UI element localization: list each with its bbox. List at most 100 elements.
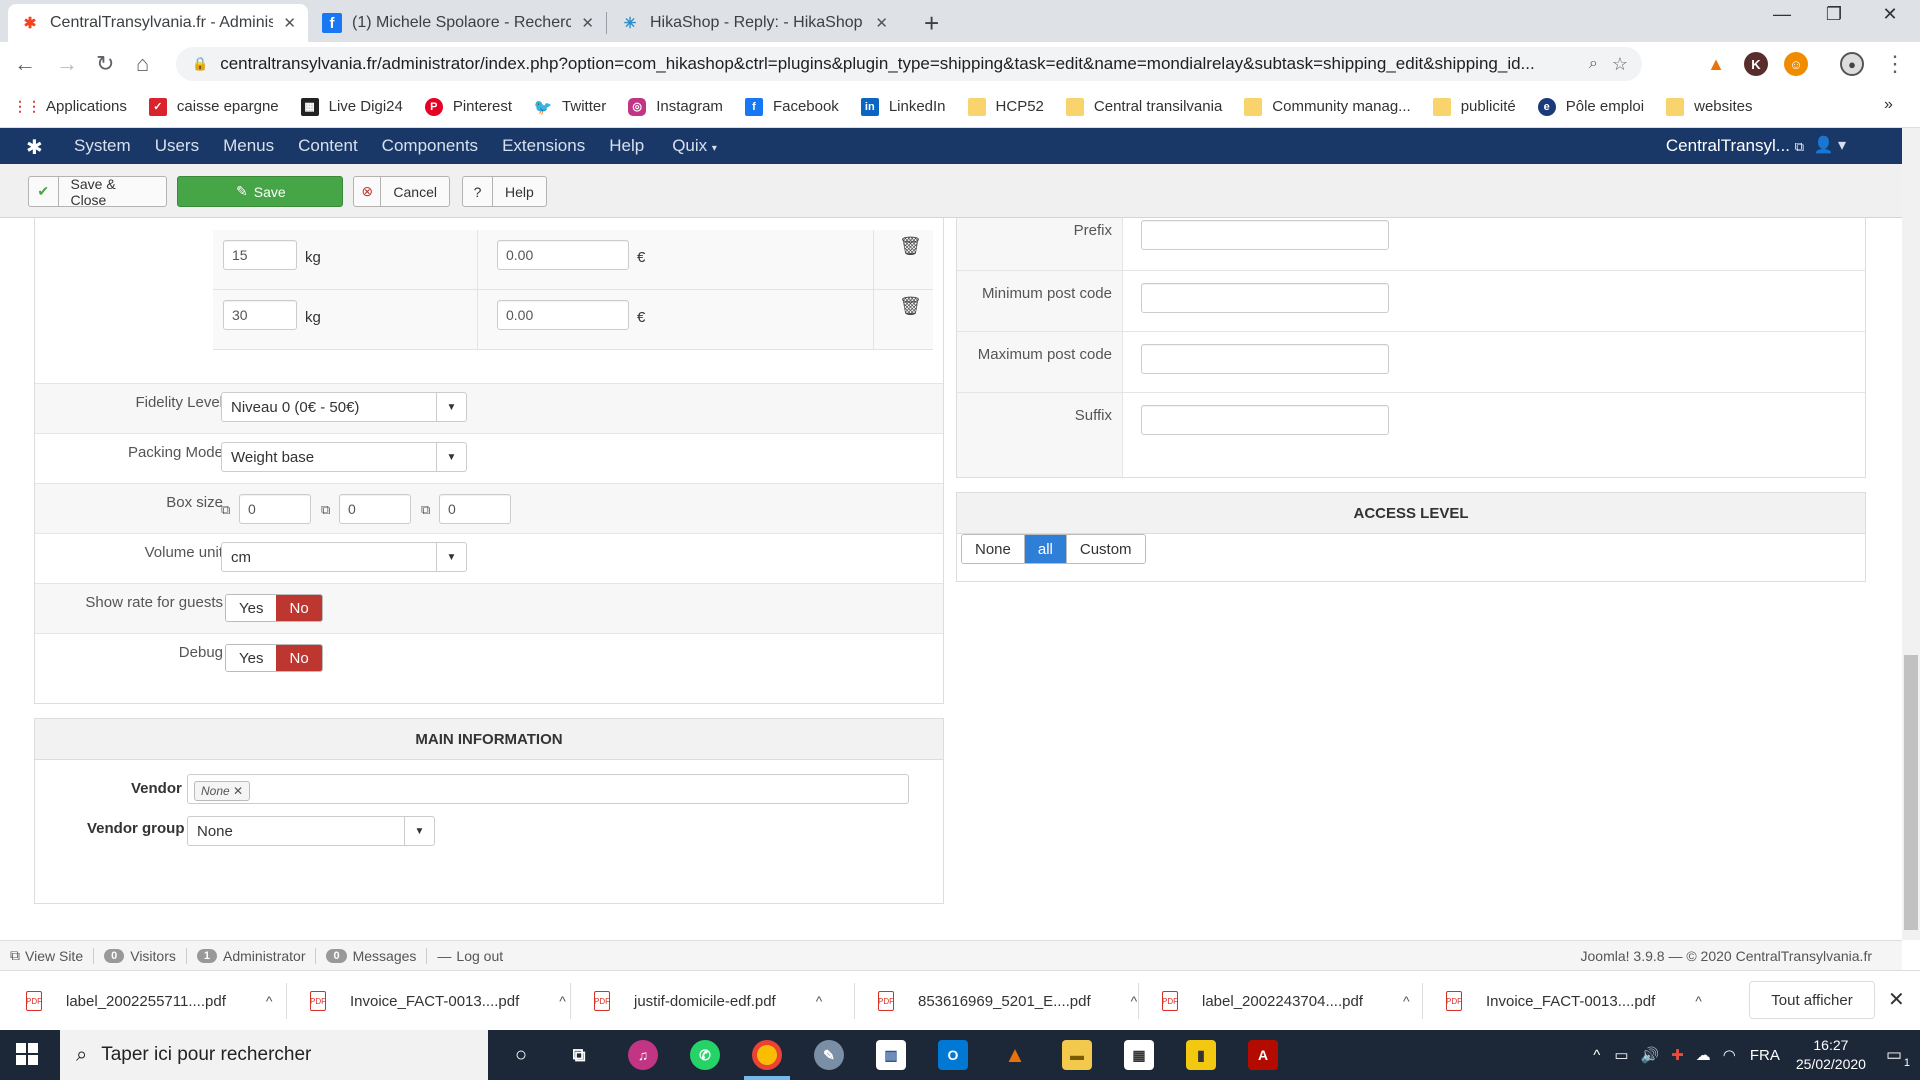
taskbar-search[interactable]: ⌕ Taper ici pour rechercher xyxy=(60,1030,488,1080)
bookmark-hcp52[interactable]: HCP52 xyxy=(967,97,1044,116)
vendor-group-select[interactable]: None ▼ xyxy=(187,816,435,846)
scrollbar-thumb[interactable] xyxy=(1904,655,1918,930)
packing-select[interactable]: Weight base ▼ xyxy=(221,442,467,472)
clock[interactable]: 16:27 25/02/2020 xyxy=(1796,1036,1866,1074)
remove-tag-icon[interactable]: ✕ xyxy=(233,784,243,798)
trash-icon[interactable]: 🗑 xyxy=(899,296,922,317)
chrome-icon[interactable] xyxy=(752,1040,782,1070)
file-explorer-icon[interactable]: ▬ xyxy=(1062,1040,1092,1070)
messages-link[interactable]: 0 Messages xyxy=(326,948,416,964)
chevron-up-icon[interactable]: ^ xyxy=(1403,993,1410,1009)
tab-facebook[interactable]: f (1) Michele Spolaore - Recherche ✕ xyxy=(310,4,606,42)
gift-icon[interactable]: ✚ xyxy=(1671,1046,1684,1064)
maximize-icon[interactable]: ❐ xyxy=(1804,4,1864,25)
bookmark-community-manag[interactable]: Community manag... xyxy=(1244,97,1411,116)
menu-users[interactable]: Users xyxy=(155,136,199,156)
fidelity-select[interactable]: Niveau 0 (0€ - 50€) ▼ xyxy=(221,392,467,422)
tab-hikashop[interactable]: ✳ HikaShop - Reply: - HikaShop ✕ xyxy=(608,4,900,42)
bookmark-linkedin[interactable]: in LinkedIn xyxy=(860,97,946,116)
volume-select[interactable]: cm ▼ xyxy=(221,542,467,572)
volume-icon[interactable]: 🔊 xyxy=(1641,1046,1660,1064)
task-view-icon[interactable]: ⧉ xyxy=(564,1040,594,1070)
tab-centraltransylvania[interactable]: ✱ CentralTransylvania.fr - Administr ✕ xyxy=(8,4,308,42)
weight-input[interactable]: 30 xyxy=(223,300,297,330)
menu-system[interactable]: System xyxy=(74,136,131,156)
chevron-up-icon[interactable]: ^ xyxy=(266,993,273,1009)
menu-extensions[interactable]: Extensions xyxy=(502,136,585,156)
site-name-link[interactable]: CentralTransyl... ⧉ xyxy=(1666,136,1804,156)
bookmark-star-icon[interactable]: ☆ xyxy=(1612,54,1628,75)
honey-extension-icon[interactable]: ☺ xyxy=(1784,52,1808,76)
wifi-icon[interactable]: ◠ xyxy=(1723,1046,1736,1064)
bookmark-central-transilvania[interactable]: Central transilvania xyxy=(1065,97,1222,116)
close-tab-icon[interactable]: ✕ xyxy=(581,14,594,32)
chart-app-icon[interactable]: ▥ xyxy=(876,1040,906,1070)
access-none-button[interactable]: None xyxy=(962,535,1025,563)
menu-content[interactable]: Content xyxy=(298,136,358,156)
weight-input[interactable]: 15 xyxy=(223,240,297,270)
bookmark-websites[interactable]: websites xyxy=(1666,97,1752,116)
min-postcode-input[interactable] xyxy=(1141,283,1389,313)
chevron-up-icon[interactable]: ^ xyxy=(816,993,823,1009)
joomla-logo-icon[interactable]: ✱ xyxy=(26,135,48,159)
menu-menus[interactable]: Menus xyxy=(223,136,274,156)
guests-no-button[interactable]: No xyxy=(276,595,322,621)
logout-link[interactable]: — Log out xyxy=(437,948,503,964)
download-item[interactable]: PDF label_2002255711....pdf ^ xyxy=(0,981,272,1021)
prefix-input[interactable] xyxy=(1141,220,1389,250)
cancel-button[interactable]: ⊗ Cancel xyxy=(353,176,450,207)
profile-avatar[interactable]: ● xyxy=(1840,52,1864,76)
reload-icon[interactable]: ↻ xyxy=(96,51,114,77)
cloud-icon[interactable]: ☁ xyxy=(1696,1046,1711,1064)
download-item[interactable]: PDF Invoice_FACT-0013....pdf ^ xyxy=(1420,981,1702,1021)
vlc-icon[interactable]: ▲ xyxy=(1000,1040,1030,1070)
box-x-input[interactable]: 0 xyxy=(239,494,311,524)
access-all-button[interactable]: all xyxy=(1024,535,1067,563)
more-bookmarks-icon[interactable]: » xyxy=(1884,96,1893,114)
minimize-icon[interactable]: — xyxy=(1752,4,1812,25)
bookmark-pole-emploi[interactable]: e Pôle emploi xyxy=(1537,97,1644,116)
save-close-button[interactable]: ✔ Save & Close xyxy=(28,176,167,208)
cortana-icon[interactable]: ○ xyxy=(506,1040,536,1070)
bookmark-live-digi24[interactable]: ▦ Live Digi24 xyxy=(300,97,403,116)
menu-quix[interactable]: Quix ▾ xyxy=(672,136,717,156)
menu-dots-icon[interactable]: ⋮ xyxy=(1884,51,1906,77)
bookmark-applications[interactable]: ⋮⋮ Applications xyxy=(13,98,127,116)
close-tab-icon[interactable]: ✕ xyxy=(283,14,296,32)
close-tab-icon[interactable]: ✕ xyxy=(875,14,888,32)
notification-icon[interactable]: ▭ 1 xyxy=(1886,1045,1910,1069)
bookmark-twitter[interactable]: 🐦 Twitter xyxy=(534,98,607,116)
access-custom-button[interactable]: Custom xyxy=(1066,535,1145,563)
new-tab-icon[interactable]: + xyxy=(924,8,939,39)
debug-yes-button[interactable]: Yes xyxy=(226,645,277,671)
download-item[interactable]: PDF justif-domicile-edf.pdf ^ xyxy=(568,981,822,1021)
guests-yes-button[interactable]: Yes xyxy=(226,595,277,621)
vendor-field[interactable]: None ✕ xyxy=(187,774,909,804)
close-window-icon[interactable]: ✕ xyxy=(1860,4,1920,25)
chevron-up-icon[interactable]: ^ xyxy=(1593,1047,1600,1064)
acrobat-icon[interactable]: A xyxy=(1248,1040,1278,1070)
k-extension-icon[interactable]: K xyxy=(1744,52,1768,76)
bookmark-publicite[interactable]: publicité xyxy=(1432,97,1516,116)
url-bar[interactable]: 🔒 centraltransylvania.fr/administrator/i… xyxy=(176,47,1642,81)
close-downloads-icon[interactable]: ✕ xyxy=(1888,987,1905,1012)
power-bi-icon[interactable]: ▮ xyxy=(1186,1040,1216,1070)
help-button[interactable]: ? Help xyxy=(462,176,547,207)
battery-icon[interactable]: ▭ xyxy=(1614,1046,1628,1064)
max-postcode-input[interactable] xyxy=(1141,344,1389,374)
menu-help[interactable]: Help xyxy=(609,136,644,156)
back-icon[interactable]: ← xyxy=(14,51,36,77)
download-item[interactable]: PDF label_2002243704....pdf ^ xyxy=(1136,981,1410,1021)
bookmark-instagram[interactable]: ◎ Instagram xyxy=(628,97,723,116)
box-z-input[interactable]: 0 xyxy=(439,494,511,524)
download-item[interactable]: PDF Invoice_FACT-0013....pdf ^ xyxy=(284,981,566,1021)
chevron-up-icon[interactable]: ^ xyxy=(1695,993,1702,1009)
box-y-input[interactable]: 0 xyxy=(339,494,411,524)
trash-icon[interactable]: 🗑 xyxy=(899,236,922,257)
save-button[interactable]: ✎ Save xyxy=(177,176,343,207)
bookmark-facebook[interactable]: f Facebook xyxy=(744,97,839,116)
outlook-icon[interactable]: O xyxy=(938,1040,968,1070)
price-input[interactable]: 0.00 xyxy=(497,300,629,330)
language-indicator[interactable]: FRA xyxy=(1750,1047,1780,1064)
suffix-input[interactable] xyxy=(1141,405,1389,435)
